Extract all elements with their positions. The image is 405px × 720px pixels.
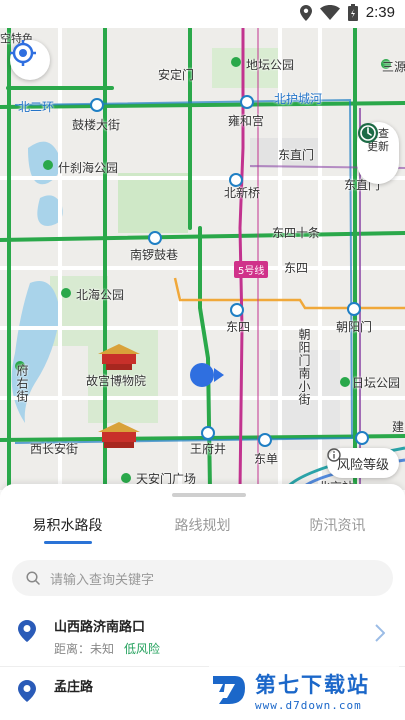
check-update-button[interactable]: 检查更新: [357, 122, 399, 184]
map-label: 北海公园: [76, 288, 125, 302]
location-icon: [299, 4, 312, 21]
map-roads: [0, 28, 405, 490]
map-label: 东直门: [278, 148, 315, 162]
map-label: 故宫博物院: [86, 374, 147, 388]
map-label: 北新桥: [224, 186, 261, 200]
risk-level-label: 风险等级: [336, 457, 389, 473]
distance-text: 距离：未知: [54, 642, 115, 656]
status-time: 2:39: [365, 4, 395, 21]
map-label: 地坛公园: [246, 58, 295, 72]
list-item[interactable]: 山西路济南路口 距离：未知 低风险: [0, 610, 405, 670]
map-label: 安定门: [158, 68, 195, 82]
drag-handle[interactable]: [172, 493, 246, 497]
list-item-meta: 距离：未知 低风险: [54, 640, 160, 657]
crosshair-icon: [10, 40, 36, 66]
map-label: 雍和宫: [228, 114, 265, 128]
map-view[interactable]: 空特色 安定门 地坛公园 三源 北二环 北护城河 雍和宫 鼓楼大街 什刹海公园 …: [0, 28, 405, 490]
search-placeholder: 请输入查询关键字: [50, 572, 155, 588]
location-pin-icon: [18, 620, 36, 642]
d7down-logo-icon: [213, 676, 245, 704]
tab-flood-news[interactable]: 防汛资讯: [270, 514, 405, 546]
list-item-title: 孟庄路: [54, 680, 94, 695]
map-label: 北护城河: [274, 92, 323, 106]
search-input[interactable]: 请输入查询关键字: [12, 560, 393, 596]
locate-button[interactable]: [10, 40, 50, 80]
info-icon: [327, 448, 341, 462]
current-location-marker: [190, 363, 224, 387]
map-label: 三源: [382, 60, 405, 74]
watermark: 第七下载站 www.d7down.com: [209, 666, 399, 714]
status-icons: 2:39: [299, 4, 395, 21]
search-icon: [26, 571, 40, 585]
chevron-right-icon: [375, 624, 385, 642]
tab-waterlogged-roads[interactable]: 易积水路段: [0, 514, 135, 546]
map-label: 日坛公园: [352, 376, 401, 390]
status-bar: 2:39: [0, 0, 405, 28]
location-pin-icon: [18, 680, 36, 702]
map-label: 西长安街: [30, 442, 79, 456]
wifi-icon: [319, 5, 340, 20]
park-area: [118, 173, 188, 233]
battery-icon: [347, 4, 358, 21]
risk-level-button[interactable]: 风险等级: [326, 448, 399, 478]
line5-badge: 5号线: [234, 261, 269, 278]
map-label: 北二环: [18, 100, 55, 114]
map-label: 朝阳门: [336, 320, 373, 334]
map-label: 东四十条: [272, 226, 321, 240]
map-label: 南锣鼓巷: [130, 248, 179, 262]
watermark-name: 第七下载站: [255, 672, 370, 697]
tab-route-planning[interactable]: 路线规划: [135, 514, 270, 546]
tab-bar: 易积水路段 路线规划 防汛资讯: [0, 514, 405, 546]
watermark-url: www.d7down.com: [255, 698, 362, 712]
map-label: 东四: [226, 320, 251, 334]
map-label: 鼓楼大街: [72, 118, 121, 132]
map-label: 什刹海公园: [58, 161, 119, 175]
map-label: 府右街: [15, 364, 29, 403]
map-label: 东四: [284, 261, 309, 275]
list-item-title: 山西路济南路口: [54, 620, 146, 635]
risk-badge: 低风险: [124, 642, 161, 656]
map-label: 朝阳门南小街: [297, 328, 311, 406]
clock-update-icon: [358, 123, 378, 143]
map-label: 建: [392, 420, 405, 434]
map-label: 东单: [254, 452, 279, 466]
map-label: 王府井: [190, 442, 227, 456]
